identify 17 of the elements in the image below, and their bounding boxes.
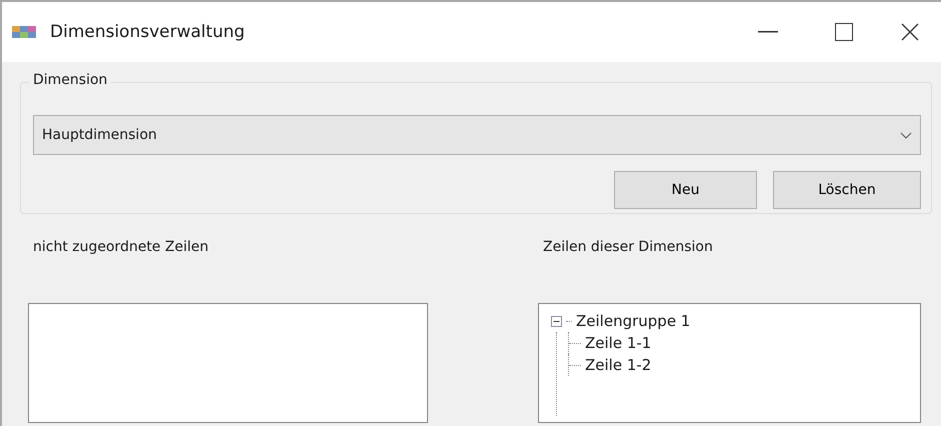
collapse-icon[interactable] xyxy=(551,316,562,326)
new-button[interactable]: Neu xyxy=(614,171,757,209)
minimize-icon[interactable] xyxy=(758,31,778,33)
dimension-dropdown[interactable]: Hauptdimension xyxy=(33,115,921,155)
tree-node[interactable]: Zeile 1-1 xyxy=(585,332,652,354)
unassigned-rows-list[interactable] xyxy=(28,303,428,423)
chevron-down-icon xyxy=(900,132,912,138)
window-title: Dimensionsverwaltung xyxy=(50,22,245,42)
maximize-icon[interactable] xyxy=(835,23,853,41)
close-icon[interactable] xyxy=(901,23,919,41)
tree-node[interactable]: Zeilengruppe 1 xyxy=(576,310,690,332)
list-label: nicht zugeordnete Zeilen xyxy=(33,239,210,257)
tree-label: Zeilen dieser Dimension xyxy=(543,239,714,257)
delete-button[interactable]: Löschen xyxy=(773,171,921,209)
app-icon xyxy=(12,24,36,40)
rows-tree-view[interactable]: Zeilengruppe 1 Zeile 1-1 Zeile 1-2 xyxy=(538,303,921,423)
tree-node[interactable]: Zeile 1-2 xyxy=(585,354,652,376)
